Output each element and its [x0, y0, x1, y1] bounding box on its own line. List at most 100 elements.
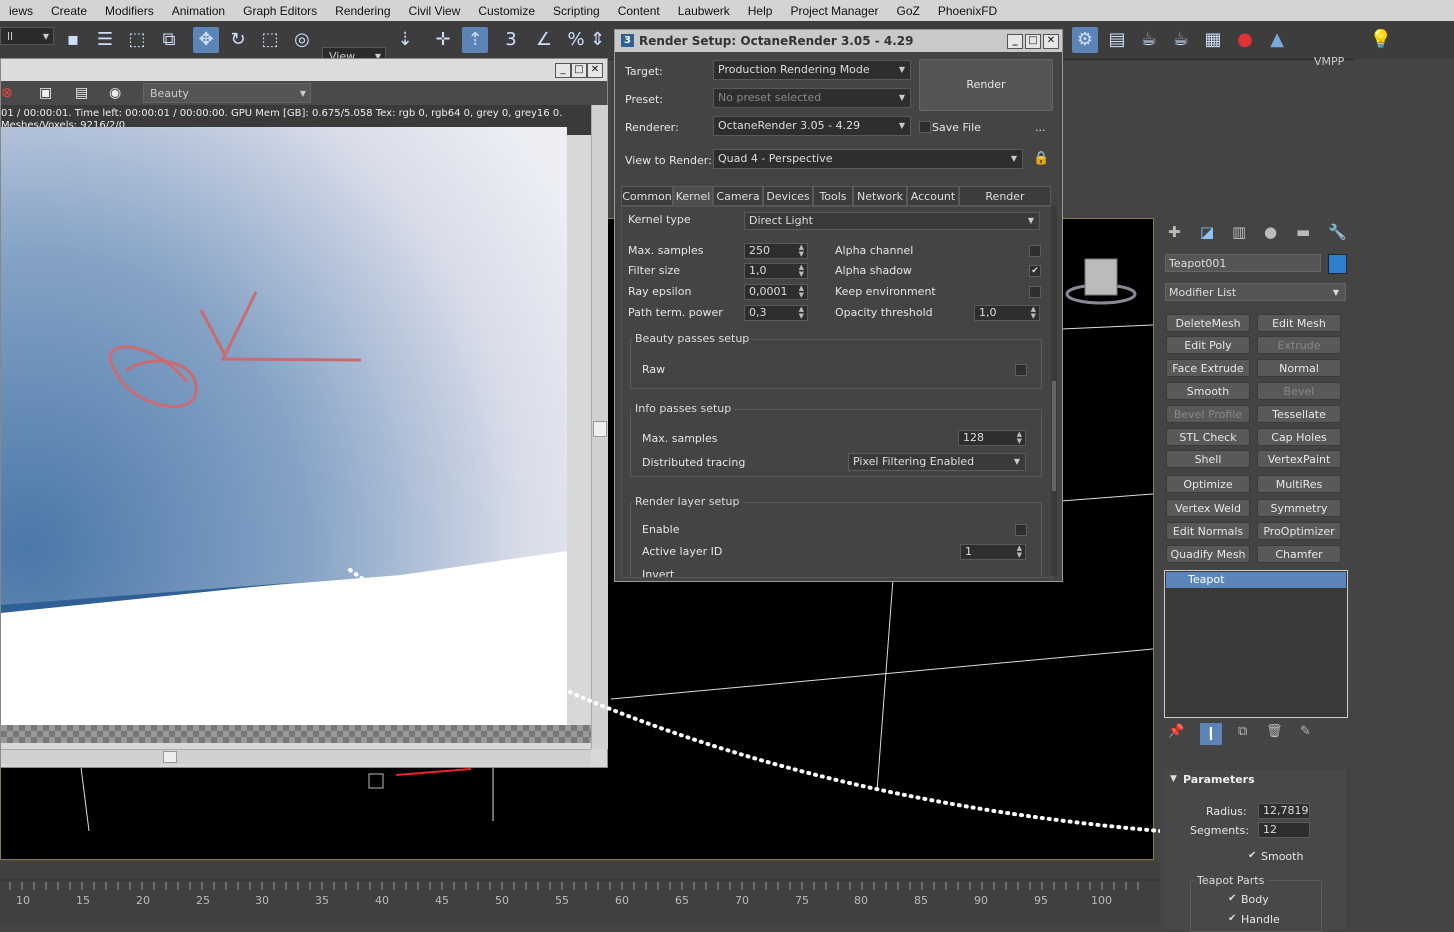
tab-tools[interactable]: Tools [813, 186, 853, 206]
make-unique-icon[interactable]: ⧉ [1238, 724, 1247, 739]
body-checkbox[interactable]: ✔ [1228, 893, 1236, 904]
modifier-list-dropdown[interactable]: Modifier List ▼ [1165, 283, 1346, 301]
layer-enable-checkbox[interactable] [1015, 524, 1027, 536]
tab-camera[interactable]: Camera [713, 186, 763, 206]
percent-snap-icon[interactable]: % [563, 27, 589, 53]
distributed-tracing-dropdown[interactable]: Pixel Filtering Enabled ▼ [848, 453, 1026, 471]
active-layer-id-spinner[interactable]: 1 ▲ ▼ [960, 544, 1026, 560]
ray-epsilon-spinner[interactable]: 0,0001 ▲ ▼ [744, 284, 808, 300]
motion-tab-icon[interactable]: ● [1264, 223, 1277, 241]
menu-customize[interactable]: Customize [469, 4, 544, 18]
select-object-icon[interactable]: ▪ [60, 27, 86, 53]
teapot-icon[interactable]: ● [1232, 27, 1258, 53]
modifier-button[interactable]: Normal [1257, 359, 1341, 377]
handle-checkbox[interactable]: ✔ [1228, 913, 1236, 924]
remove-modifier-icon[interactable]: 🗑 [1266, 724, 1283, 739]
modifier-button[interactable]: Quadify Mesh [1166, 545, 1250, 563]
display-tab-icon[interactable]: ▬ [1296, 223, 1310, 241]
view-to-render-dropdown[interactable]: Quad 4 - Perspective ▼ [713, 149, 1023, 169]
menu-scripting[interactable]: Scripting [544, 4, 609, 18]
tab-account[interactable]: Account [907, 186, 959, 206]
pivot-icon[interactable]: ⇣ [392, 27, 418, 53]
scrollbar-thumb[interactable] [593, 421, 607, 437]
object-color-swatch[interactable] [1328, 254, 1347, 274]
tab-common[interactable]: Common [621, 186, 673, 206]
keyboard-shortcut-icon[interactable]: ⇡ [462, 27, 488, 53]
hscrollbar-thumb[interactable] [163, 751, 177, 763]
render-setup-dialog[interactable]: 3 Render Setup: OctaneRender 3.05 - 4.29… [614, 29, 1063, 582]
modifier-button[interactable]: Optimize [1166, 475, 1250, 493]
preset-dropdown[interactable]: No preset selected ▼ [713, 88, 911, 108]
frame-buffer-window[interactable]: _ □ ✕ ⊗ ▣ ▤ ◉ Beauty ▼ 01 / 00:00:01. Tim… [0, 58, 608, 768]
alpha-shadow-checkbox[interactable]: ✔ [1029, 265, 1041, 277]
modifier-button[interactable]: MultiRes [1257, 475, 1341, 493]
modifier-button[interactable]: Extrude [1257, 336, 1341, 354]
grid-icon[interactable]: ▦ [1200, 27, 1226, 53]
menu-project-manager[interactable]: Project Manager [781, 4, 887, 18]
raw-checkbox[interactable] [1015, 364, 1027, 376]
menu-civil-view[interactable]: Civil View [400, 4, 470, 18]
show-end-result-icon[interactable]: ❙ [1200, 723, 1222, 745]
tab-kernel[interactable]: Kernel [673, 186, 713, 206]
object-name-field[interactable]: Teapot001 [1165, 254, 1321, 272]
target-dropdown[interactable]: Production Rendering Mode ▼ [713, 60, 911, 80]
modify-tab-icon[interactable]: ◪ [1200, 223, 1214, 241]
menu-laubwerk[interactable]: Laubwerk [669, 4, 739, 18]
rs-maximize-button[interactable]: □ [1025, 34, 1041, 49]
clear-icon[interactable]: ⊗ [1, 85, 13, 101]
modifier-button[interactable]: Edit Poly [1166, 336, 1250, 354]
parameters-title[interactable]: Parameters [1183, 773, 1255, 786]
modifier-button[interactable]: DeleteMesh [1166, 314, 1250, 332]
hierarchy-tab-icon[interactable]: ▥ [1232, 223, 1246, 241]
octane-icon[interactable]: ▲ [1264, 27, 1290, 53]
pin-stack-icon[interactable]: 📌 [1168, 724, 1184, 739]
tab-render-elements[interactable]: Render Elements [959, 186, 1051, 223]
stack-item-teapot[interactable]: Teapot [1166, 572, 1346, 588]
render-setup-titlebar[interactable]: 3 Render Setup: OctaneRender 3.05 - 4.29… [615, 30, 1062, 52]
menu-create[interactable]: Create [42, 4, 96, 18]
lock-icon[interactable]: 🔒 [1033, 151, 1049, 166]
horizontal-scrollbar[interactable] [1, 749, 591, 764]
close-button[interactable]: ✕ [587, 63, 603, 78]
modifier-button[interactable]: Edit Mesh [1257, 314, 1341, 332]
kernel-scrollbar-thumb[interactable] [1052, 381, 1056, 491]
tab-network[interactable]: Network [853, 186, 907, 206]
maximize-button[interactable]: □ [571, 63, 587, 78]
render-production-icon[interactable]: ☕ [1136, 27, 1162, 53]
minimize-button[interactable]: _ [555, 63, 571, 78]
rs-close-button[interactable]: ✕ [1043, 34, 1059, 49]
selection-filter-dropdown[interactable]: ll ▼ [0, 27, 54, 45]
scale-icon[interactable]: ⬚ [257, 27, 283, 53]
save-file-browse-button[interactable]: ... [1035, 121, 1046, 134]
save-file-checkbox[interactable] [919, 121, 931, 133]
modifier-button[interactable]: Face Extrude [1166, 359, 1250, 377]
modifier-button[interactable]: Chamfer [1257, 545, 1341, 563]
modifier-button[interactable]: Edit Normals [1166, 522, 1250, 540]
menu-goz[interactable]: GoZ [888, 4, 929, 18]
filter-size-spinner[interactable]: 1,0 ▲ ▼ [744, 263, 808, 279]
window-crossing-icon[interactable]: ⧉ [156, 27, 182, 53]
vertical-scrollbar[interactable] [591, 105, 608, 749]
copy-image-icon[interactable]: ▤ [75, 85, 88, 101]
vmpp-label[interactable]: VMPP [1314, 55, 1344, 68]
render-iterative-icon[interactable]: ☕ [1168, 27, 1194, 53]
menu-help[interactable]: Help [739, 4, 782, 18]
rollout-collapse-icon[interactable]: ▼ [1170, 774, 1177, 784]
render-button[interactable]: Render [919, 59, 1053, 111]
light-bulb-icon[interactable]: 💡 [1368, 27, 1394, 53]
info-max-samples-spinner[interactable]: 128 ▲ ▼ [958, 430, 1026, 446]
configure-sets-icon[interactable]: ✎ [1300, 724, 1311, 739]
segments-spinner[interactable]: 12 [1258, 822, 1310, 838]
modifier-button[interactable]: Bevel [1257, 382, 1341, 400]
frame-buffer-titlebar[interactable]: _ □ ✕ [1, 59, 607, 81]
path-term-power-spinner[interactable]: 0,3 ▲ ▼ [744, 305, 808, 321]
renderer-dropdown[interactable]: OctaneRender 3.05 - 4.29 ▼ [713, 116, 911, 136]
modifier-button[interactable]: Vertex Weld [1166, 499, 1250, 517]
menu-rendering[interactable]: Rendering [326, 4, 399, 18]
modifier-button[interactable]: Symmetry [1257, 499, 1341, 517]
smooth-checkbox[interactable]: ✔ [1248, 850, 1256, 861]
rs-minimize-button[interactable]: _ [1007, 34, 1023, 49]
move-icon[interactable]: ✥ [193, 27, 219, 53]
rect-selection-icon[interactable]: ⬚ [124, 27, 150, 53]
tab-devices[interactable]: Devices [763, 186, 813, 206]
